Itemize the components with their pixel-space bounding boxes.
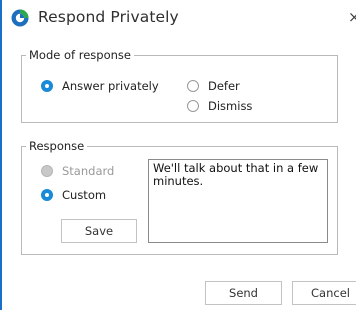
radio-answer-privately[interactable]: Answer privately — [41, 79, 159, 93]
radio-unchecked-icon — [187, 100, 199, 112]
radio-label: Standard — [62, 164, 115, 178]
radio-label: Answer privately — [62, 79, 159, 93]
radio-dismiss[interactable]: Dismiss — [187, 99, 252, 113]
radio-label: Dismiss — [208, 99, 253, 113]
radio-custom[interactable]: Custom — [41, 188, 106, 202]
radio-checked-icon — [41, 189, 53, 201]
response-legend: Response — [29, 139, 85, 153]
mode-of-response-legend: Mode of response — [29, 48, 131, 62]
window-title: Respond Privately — [38, 8, 179, 26]
send-button[interactable]: Send — [205, 281, 282, 305]
app-icon — [11, 9, 29, 27]
radio-label: Defer — [208, 79, 240, 93]
radio-unchecked-icon — [187, 80, 199, 92]
cancel-button[interactable]: Cancel — [292, 281, 356, 305]
respond-privately-dialog: Respond Privately × Mode of response Ans… — [0, 0, 356, 310]
radio-standard[interactable]: Standard — [41, 164, 114, 178]
radio-label: Custom — [62, 188, 107, 202]
title-bar: Respond Privately × — [2, 0, 356, 38]
radio-defer[interactable]: Defer — [187, 79, 240, 93]
save-button[interactable]: Save — [61, 219, 137, 243]
radio-disabled-icon — [41, 165, 53, 177]
radio-checked-icon — [41, 80, 53, 92]
custom-response-textarea[interactable]: We'll talk about that in a few minutes. — [148, 159, 328, 243]
close-icon[interactable]: × — [348, 8, 356, 26]
